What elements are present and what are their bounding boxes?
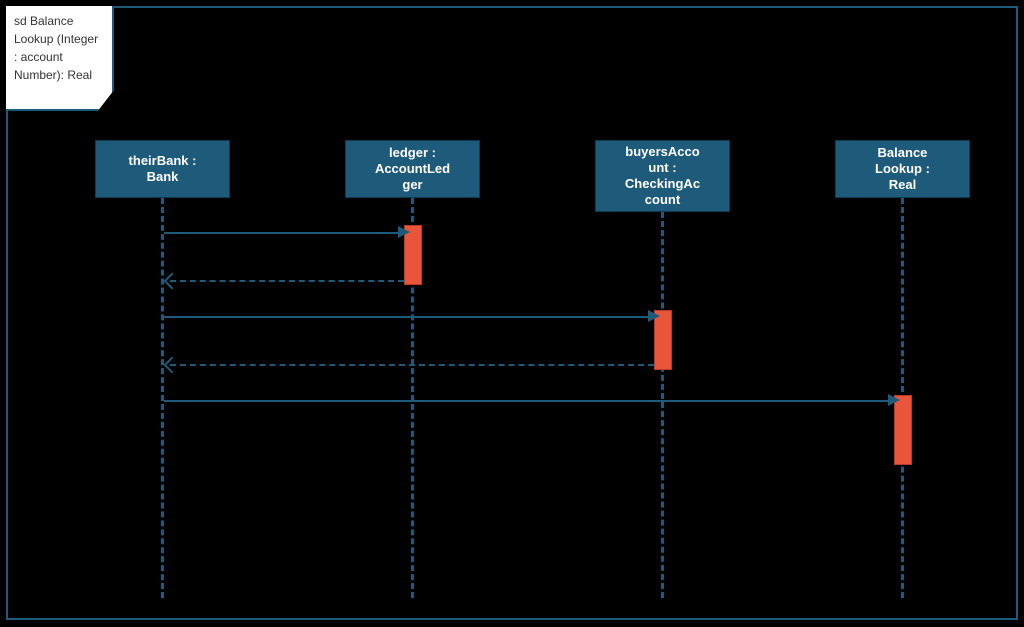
lifeline-head-balance: Balance Lookup : Real: [835, 140, 970, 198]
lifeline-account-line: [661, 212, 664, 598]
return-ledger-to-bank: [170, 280, 404, 282]
lifeline-head-ledger: ledger : AccountLed ger: [345, 140, 480, 198]
message-bank-to-ledger: [164, 232, 400, 234]
lifeline-head-bank: theirBank : Bank: [95, 140, 230, 198]
lifeline-bank-line: [161, 198, 164, 598]
arrow-bank-to-account: [648, 310, 660, 322]
arrow-bank-to-balance: [888, 394, 900, 406]
return-account-to-bank: [170, 364, 654, 366]
message-bank-to-account: [164, 316, 650, 318]
message-bank-to-balance: [164, 400, 890, 402]
lifeline-head-account: buyersAcco unt : CheckingAc count: [595, 140, 730, 212]
frame-title-label: sd Balance Lookup (Integer : account Num…: [6, 6, 114, 111]
arrow-bank-to-ledger: [398, 226, 410, 238]
sequence-frame: [6, 6, 1018, 620]
